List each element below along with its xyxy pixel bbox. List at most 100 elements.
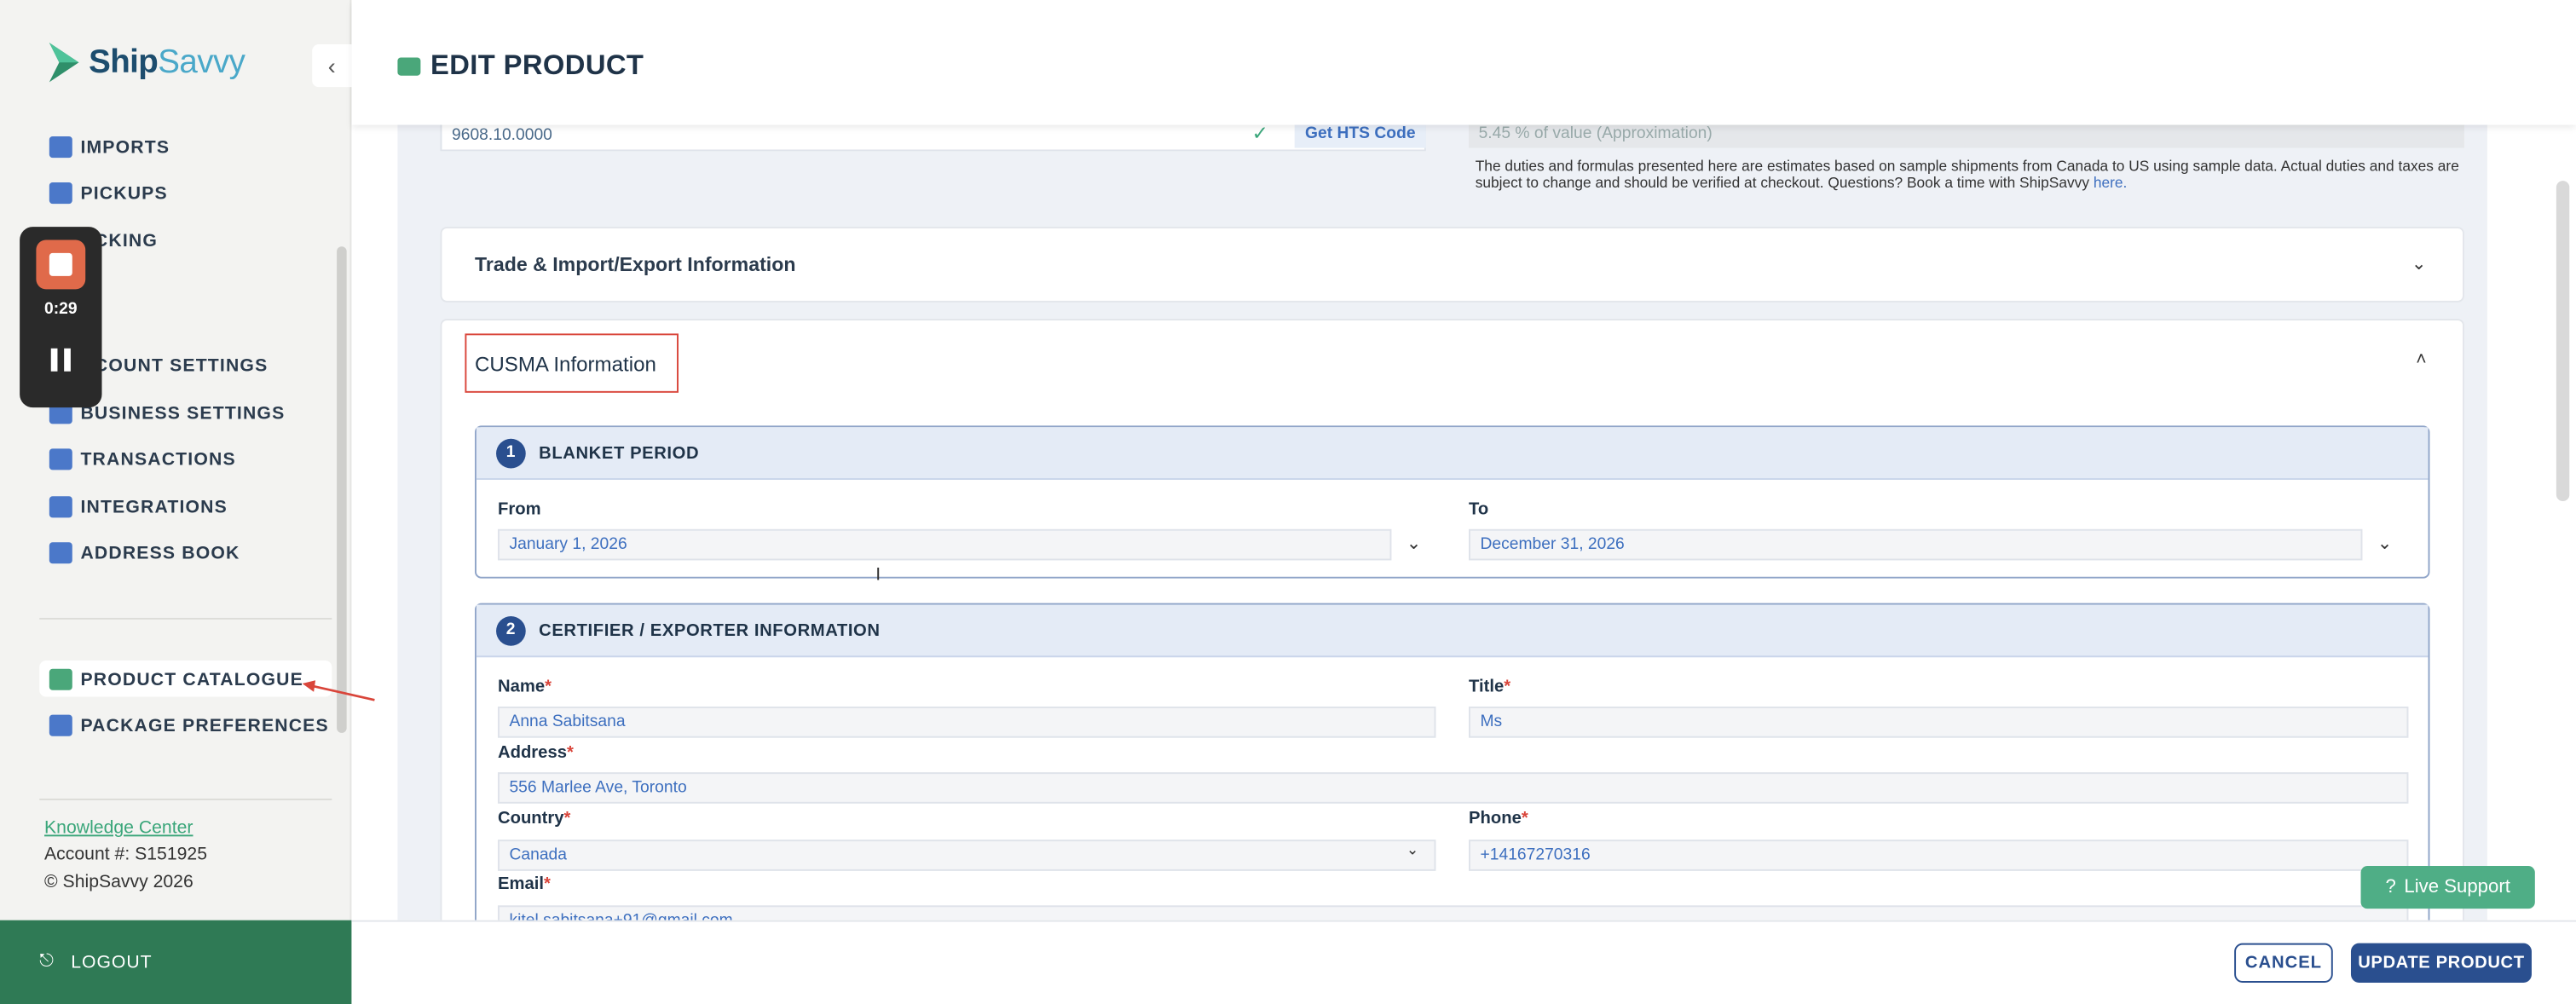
page-title: EDIT PRODUCT [397, 49, 644, 83]
email-label-text: Email [497, 874, 544, 894]
transactions-icon [49, 448, 72, 470]
page-title-text: EDIT PRODUCT [430, 49, 644, 81]
from-date-select[interactable]: January 1, 2026 [497, 528, 1392, 561]
country-label: Country* [497, 808, 571, 828]
sidebar-scrollbar[interactable] [337, 246, 347, 733]
country-select[interactable]: Canada [497, 840, 1436, 871]
book-time-link[interactable]: here. [2094, 174, 2128, 190]
country-label-text: Country [497, 808, 564, 828]
logout-label: LOGOUT [71, 952, 153, 972]
phone-label-text: Phone [1469, 808, 1522, 828]
sidebar-item-package-preferences[interactable]: PACKAGE PREFERENCES [49, 714, 329, 736]
live-support-label: Live Support [2404, 877, 2510, 897]
sidebar-item-label: ADDRESS BOOK [80, 543, 240, 563]
sidebar-item-transactions[interactable]: TRANSACTIONS [49, 448, 236, 470]
page-header: EDIT PRODUCT [351, 0, 2576, 125]
step-number: 1 [496, 437, 526, 468]
folder-icon [397, 56, 421, 75]
trade-info-title: Trade & Import/Export Information [474, 252, 796, 276]
phone-input[interactable]: +14167270316 [1469, 840, 2409, 871]
chevron-down-icon[interactable]: ⌄ [2377, 533, 2393, 554]
logo-mark-icon [49, 43, 79, 83]
hts-code-value: 9608.10.0000 [452, 126, 552, 145]
chevron-up-icon[interactable]: ˄ [2416, 350, 2426, 370]
live-support-button[interactable]: ? Live Support [2360, 866, 2535, 909]
get-hts-code-button[interactable]: Get HTS Code [1294, 124, 1426, 148]
sidebar-item-label: IMPORTS [80, 136, 170, 158]
cusma-title[interactable]: CUSMA Information [475, 354, 656, 377]
title-label-text: Title [1469, 677, 1505, 697]
address-book-icon [49, 542, 72, 564]
account-number: Account #: S151925 [44, 844, 207, 865]
duty-estimate-field: 5.45 % of value (Approximation) [1469, 124, 2464, 148]
duty-disclaimer-text: The duties and formulas presented here a… [1475, 158, 2459, 191]
sidebar-item-imports[interactable]: IMPORTS [49, 136, 170, 159]
collapse-sidebar-button[interactable]: ‹ [312, 44, 352, 88]
stop-recording-button[interactable] [36, 239, 86, 290]
address-input[interactable]: 556 Marlee Ave, Toronto [497, 772, 2409, 804]
trade-info-panel[interactable]: Trade & Import/Export Information ⌄ [440, 227, 2464, 303]
main-content: 9608.10.0000 ✓ Get HTS Code 5.45 % of va… [351, 124, 2576, 920]
step-number: 2 [496, 615, 526, 645]
hts-code-field[interactable]: 9608.10.0000 [440, 124, 1426, 152]
page-scrollbar[interactable] [2556, 181, 2570, 502]
product-catalogue-icon [49, 668, 72, 690]
help-icon: ? [2385, 877, 2396, 897]
section-title: BLANKET PERIOD [539, 442, 700, 463]
sidebar-item-label: PICKUPS [80, 182, 168, 204]
form-footer: CANCEL UPDATE PRODUCT [351, 920, 2576, 1004]
name-label: Name* [497, 677, 552, 697]
title-label: Title* [1469, 677, 1511, 697]
chevron-down-icon[interactable]: ⌄ [1406, 841, 1419, 859]
screen-recorder: 0:29 [20, 227, 102, 408]
app-window: ShipSavvy ‹ IMPORTS PICKUPS ACKING CCOUN… [0, 0, 2576, 1004]
pause-recording-button[interactable] [50, 348, 71, 372]
title-input[interactable]: Ms [1469, 707, 2409, 738]
email-input[interactable]: kitel.sabitsana+91@gmail.com [497, 905, 2409, 920]
sidebar-item-product-catalogue[interactable]: PRODUCT CATALOGUE [49, 668, 303, 690]
email-label: Email* [497, 874, 551, 894]
pickups-icon [49, 182, 72, 205]
sidebar-item-pickups[interactable]: PICKUPS [49, 182, 168, 205]
address-label: Address* [497, 742, 574, 763]
chevron-down-icon[interactable]: ⌄ [1406, 533, 1422, 554]
chevron-down-icon[interactable]: ⌄ [2411, 253, 2427, 274]
package-preferences-icon [49, 714, 72, 736]
sidebar-item-label: PACKAGE PREFERENCES [80, 715, 329, 736]
check-icon: ✓ [1251, 124, 1268, 145]
copyright: © ShipSavvy 2026 [44, 872, 193, 892]
blanket-period-section: 1 BLANKET PERIOD From January 1, 2026 ⌄ T… [474, 425, 2430, 579]
sidebar-item-label: BUSINESS SETTINGS [80, 403, 286, 424]
name-label-text: Name [497, 677, 546, 697]
sidebar-item-address-book[interactable]: ADDRESS BOOK [49, 542, 240, 564]
update-product-button[interactable]: UPDATE PRODUCT [2350, 943, 2532, 983]
sidebar-item-label: INTEGRATIONS [80, 497, 228, 517]
knowledge-center-link[interactable]: Knowledge Center [44, 818, 193, 838]
name-input[interactable]: Anna Sabitsana [497, 707, 1436, 738]
sidebar-item-label: PRODUCT CATALOGUE [80, 669, 303, 690]
certifier-section: 2 CERTIFIER / EXPORTER INFORMATION Name* … [474, 603, 2430, 920]
section-header: 1 BLANKET PERIOD [476, 427, 2429, 480]
divider [39, 617, 332, 620]
phone-label: Phone* [1469, 808, 1528, 828]
cancel-button[interactable]: CANCEL [2234, 943, 2333, 983]
red-arrow-annotation [302, 680, 375, 701]
sidebar-item-label: TRANSACTIONS [80, 449, 236, 470]
from-label: From [497, 499, 541, 520]
logout-icon: ⎋ [39, 951, 55, 972]
sidebar-item-integrations[interactable]: INTEGRATIONS [49, 496, 228, 518]
logout-button[interactable]: ⎋ LOGOUT [0, 920, 352, 1004]
to-label: To [1469, 499, 1489, 520]
sidebar: ShipSavvy ‹ IMPORTS PICKUPS ACKING CCOUN… [0, 0, 352, 1004]
chevron-left-icon: ‹ [327, 52, 336, 79]
address-label-text: Address [497, 742, 567, 763]
cusma-panel: CUSMA Information ˄ 1 BLANKET PERIOD From… [440, 319, 2464, 920]
stop-icon [49, 252, 72, 276]
section-title: CERTIFIER / EXPORTER INFORMATION [539, 620, 881, 640]
brand-name: ShipSavvy [89, 43, 245, 80]
section-header: 2 CERTIFIER / EXPORTER INFORMATION [476, 604, 2429, 658]
to-date-select[interactable]: December 31, 2026 [1469, 528, 2363, 561]
recording-time: 0:29 [44, 300, 78, 320]
imports-icon [49, 136, 72, 159]
logo[interactable]: ShipSavvy [46, 39, 245, 85]
